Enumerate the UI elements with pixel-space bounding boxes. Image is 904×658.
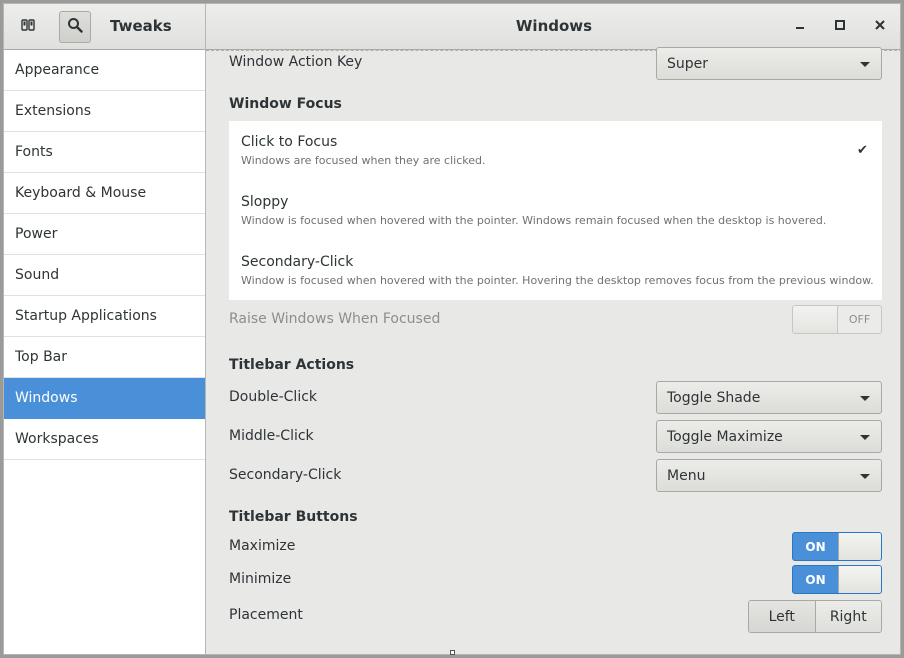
switch-state-label: OFF <box>848 313 871 326</box>
window-action-key-label: Window Action Key <box>229 54 363 70</box>
chevron-down-icon <box>860 435 870 440</box>
focus-option-title: Secondary-Click <box>241 254 354 270</box>
raise-windows-label: Raise Windows When Focused <box>229 311 441 327</box>
tweaks-window: Tweaks Windows Appearance Extensions Fon… <box>3 3 901 655</box>
secondary-click-dropdown[interactable]: Menu <box>656 459 882 492</box>
sidebar-item-extensions[interactable]: Extensions <box>4 91 205 132</box>
placement-label: Placement <box>229 607 303 623</box>
sidebar-item-top-bar[interactable]: Top Bar <box>4 337 205 378</box>
window-action-key-dropdown[interactable]: Super <box>656 47 882 80</box>
focus-option-secondary-click[interactable]: Secondary-Click Window is focused when h… <box>241 254 874 287</box>
resize-handle[interactable] <box>450 650 455 655</box>
close-icon <box>874 19 886 35</box>
focus-option-title: Click to Focus <box>241 134 338 150</box>
secondary-click-value: Menu <box>667 467 706 484</box>
focus-option-description: Window is focused when hovered with the … <box>241 274 874 287</box>
middle-click-value: Toggle Maximize <box>667 428 783 445</box>
maximize-label: Maximize <box>229 538 296 554</box>
search-button[interactable] <box>59 11 91 43</box>
minimize-label: Minimize <box>229 571 292 587</box>
settings-panel: Window Action Key Super Window Focus Cli… <box>206 47 900 654</box>
app-title: Tweaks <box>110 17 172 35</box>
minimize-icon <box>794 19 806 35</box>
sidebar-item-keyboard-mouse[interactable]: Keyboard & Mouse <box>4 173 205 214</box>
focus-option-click-to-focus[interactable]: Click to Focus Windows are focused when … <box>241 134 871 167</box>
switch-knob <box>793 306 838 333</box>
titlebar-buttons-heading: Titlebar Buttons <box>229 509 358 525</box>
switch-knob <box>838 566 881 593</box>
window-action-key-value: Super <box>667 55 709 72</box>
double-click-dropdown[interactable]: Toggle Shade <box>656 381 882 414</box>
sidebar: Appearance Extensions Fonts Keyboard & M… <box>4 50 206 654</box>
focus-option-title: Sloppy <box>241 194 289 210</box>
maximize-icon <box>834 19 846 35</box>
double-click-label: Double-Click <box>229 389 318 405</box>
sidebar-item-appearance[interactable]: Appearance <box>4 50 205 91</box>
minimize-button[interactable] <box>788 15 812 39</box>
focus-option-sloppy[interactable]: Sloppy Window is focused when hovered wi… <box>241 194 871 227</box>
chevron-down-icon <box>860 62 870 67</box>
chevron-down-icon <box>860 396 870 401</box>
switch-state-label: ON <box>805 539 826 554</box>
switch-state-label: ON <box>805 572 826 587</box>
sidebar-item-sound[interactable]: Sound <box>4 255 205 296</box>
sidebar-item-workspaces[interactable]: Workspaces <box>4 419 205 460</box>
minimize-switch[interactable]: ON <box>792 565 882 594</box>
sidebar-item-startup-applications[interactable]: Startup Applications <box>4 296 205 337</box>
double-click-value: Toggle Shade <box>667 389 761 406</box>
tweaks-icon <box>21 18 35 36</box>
search-icon <box>67 17 83 37</box>
chevron-down-icon <box>860 474 870 479</box>
close-button[interactable] <box>868 15 892 39</box>
placement-left-button[interactable]: Left <box>749 601 815 632</box>
maximize-button[interactable] <box>828 15 852 39</box>
middle-click-label: Middle-Click <box>229 428 314 444</box>
sidebar-item-power[interactable]: Power <box>4 214 205 255</box>
maximize-switch[interactable]: ON <box>792 532 882 561</box>
focus-option-description: Window is focused when hovered with the … <box>241 214 827 227</box>
tweaks-menu-button[interactable] <box>12 11 44 43</box>
titlebar-actions-heading: Titlebar Actions <box>229 357 355 373</box>
switch-knob <box>838 533 881 560</box>
raise-windows-switch[interactable]: OFF <box>792 305 882 334</box>
sidebar-item-fonts[interactable]: Fonts <box>4 132 205 173</box>
focus-option-description: Windows are focused when they are clicke… <box>241 154 486 167</box>
sidebar-item-windows[interactable]: Windows <box>4 378 205 419</box>
header-bar: Tweaks Windows <box>4 4 900 50</box>
middle-click-dropdown[interactable]: Toggle Maximize <box>656 420 882 453</box>
window-focus-heading: Window Focus <box>229 96 342 112</box>
placement-right-button[interactable]: Right <box>814 601 881 632</box>
checkmark-icon: ✔ <box>857 143 868 158</box>
window-focus-list: Click to Focus Windows are focused when … <box>229 121 882 300</box>
placement-toggle: Left Right <box>748 600 882 633</box>
header-left-pane: Tweaks <box>4 4 206 50</box>
secondary-click-label: Secondary-Click <box>229 467 342 483</box>
